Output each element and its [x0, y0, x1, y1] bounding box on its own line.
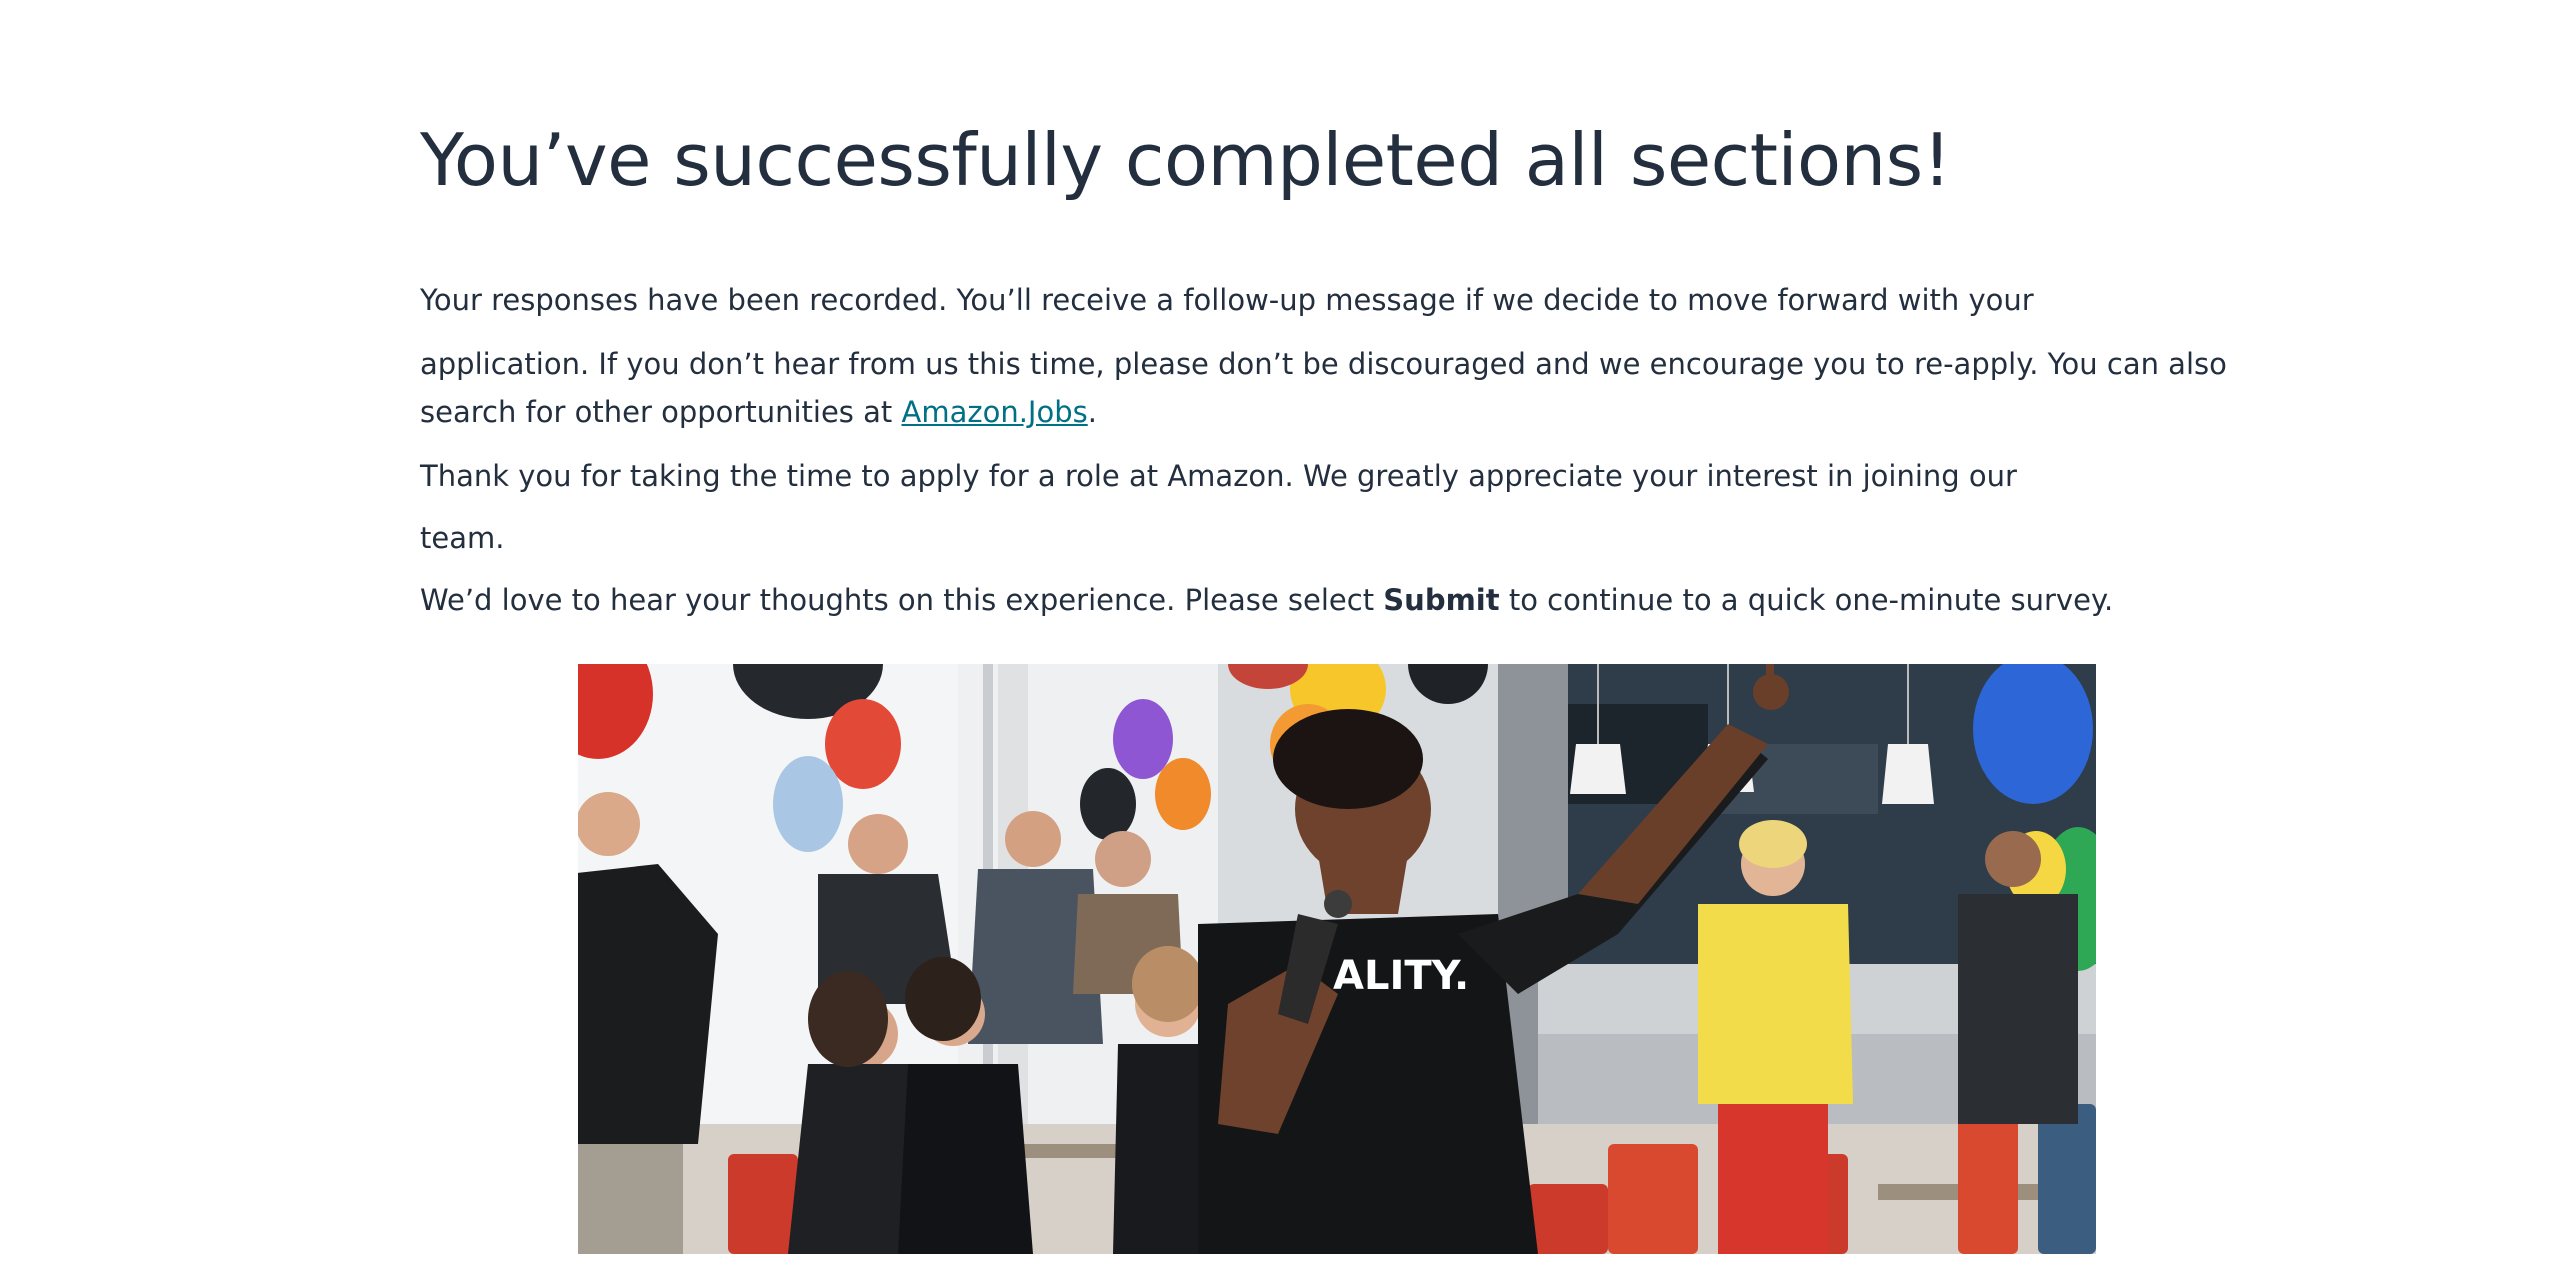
amazon-jobs-link[interactable]: Amazon.Jobs [902, 395, 1088, 429]
survey-text-before: We’d love to hear your thoughts on this … [420, 583, 1384, 617]
submit-emphasis: Submit [1383, 583, 1500, 617]
recorded-message-line3: search for other opportunities at Amazon… [420, 388, 1097, 436]
recorded-message-line2: application. If you don’t hear from us t… [420, 347, 2227, 381]
thank-you-line1: Thank you for taking the time to apply f… [420, 459, 2017, 493]
search-prompt-text: search for other opportunities at [420, 395, 902, 429]
page-title: You’ve successfully completed all sectio… [420, 118, 1952, 202]
survey-message: We’d love to hear your thoughts on this … [420, 576, 2113, 624]
celebration-photo: ALITY. [578, 664, 2096, 1254]
period-text: . [1087, 395, 1097, 429]
survey-text-after: to continue to a quick one-minute survey… [1499, 583, 2114, 617]
recorded-message-line1: Your responses have been recorded. You’l… [420, 283, 2034, 317]
thank-you-line2: team. [420, 521, 505, 555]
shirt-print-text: ALITY. [1333, 953, 1469, 999]
